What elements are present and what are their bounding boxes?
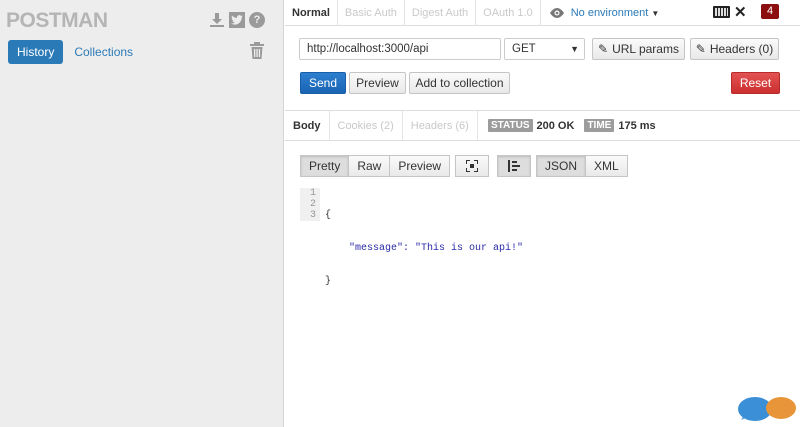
response-status: STATUS 200 OK TIME 175 ms [488, 119, 656, 132]
notification-badge[interactable]: 4 [761, 4, 779, 19]
app-logo: POSTMAN [6, 9, 108, 32]
status-value: 200 OK [536, 119, 575, 132]
site-watermark-logo [737, 392, 797, 422]
edit-icon: ✎ [695, 42, 706, 56]
text-wrap-icon[interactable] [497, 155, 531, 177]
tab-body[interactable]: Body [285, 111, 330, 140]
edit-icon: ✎ [598, 42, 609, 56]
status-label: STATUS [488, 119, 533, 132]
headers-label: Headers (0) [709, 42, 774, 56]
tab-cookies[interactable]: Cookies (2) [330, 111, 403, 140]
environment-label: No environment [570, 7, 649, 19]
sidebar-tab-collections[interactable]: Collections [63, 40, 144, 64]
eye-icon[interactable] [549, 0, 565, 25]
settings-wrench-icon[interactable]: ✕ [734, 3, 747, 21]
line-number: 3 [309, 210, 316, 221]
download-icon[interactable] [209, 12, 225, 28]
twitter-icon[interactable] [229, 12, 245, 28]
fullscreen-icon[interactable] [455, 155, 489, 177]
format-pretty-button[interactable]: Pretty [300, 155, 350, 177]
code-lines: { "message": "This is our api!" } [325, 188, 523, 309]
method-select[interactable]: GET ▼ [504, 38, 585, 60]
code-line: "message": "This is our api!" [325, 243, 524, 254]
code-line: { [325, 210, 332, 221]
format-preview-button[interactable]: Preview [389, 155, 451, 177]
language-toggle: JSON XML [536, 155, 628, 177]
send-button[interactable]: Send [300, 72, 346, 94]
format-toggle: Pretty Raw Preview [300, 155, 451, 177]
url-params-button[interactable]: ✎ URL params [592, 38, 685, 60]
chevron-down-icon: ▼ [651, 9, 660, 18]
url-params-label: URL params [612, 42, 679, 56]
tab-normal[interactable]: Normal [285, 0, 338, 25]
tab-oauth[interactable]: OAuth 1.0 [476, 0, 541, 25]
line-number: 1 [309, 188, 316, 199]
trash-icon[interactable] [250, 42, 264, 59]
line-gutter: 1 2 3 [300, 188, 320, 221]
format-raw-button[interactable]: Raw [348, 155, 391, 177]
method-value: GET [512, 43, 536, 55]
tab-basic-auth[interactable]: Basic Auth [338, 0, 405, 25]
sidebar: POSTMAN ? History Collections [0, 0, 284, 427]
keyboard-icon[interactable] [713, 6, 730, 18]
wrap-group [497, 155, 531, 177]
line-number: 2 [309, 199, 316, 210]
lang-xml-button[interactable]: XML [585, 155, 628, 177]
sidebar-tab-history[interactable]: History [8, 40, 64, 64]
url-input[interactable]: http://localhost:3000/api [299, 38, 501, 60]
add-to-collection-button[interactable]: Add to collection [409, 72, 510, 94]
sidebar-toolbar: ? [209, 12, 265, 28]
reset-button[interactable]: Reset [731, 72, 780, 94]
environment-select[interactable]: No environment ▼ [571, 0, 660, 25]
tab-headers[interactable]: Headers (6) [403, 111, 478, 140]
fullscreen-group [455, 155, 489, 177]
time-value: 175 ms [618, 119, 656, 132]
headers-button[interactable]: ✎ Headers (0) [690, 38, 779, 60]
lang-json-button[interactable]: JSON [536, 155, 587, 177]
main-panel: Normal Basic Auth Digest Auth OAuth 1.0 … [285, 0, 800, 427]
sidebar-tabs: History Collections [8, 40, 144, 64]
help-icon[interactable]: ? [249, 12, 265, 28]
chevron-down-icon: ▼ [570, 44, 579, 54]
preview-button[interactable]: Preview [349, 72, 406, 94]
time-label: TIME [584, 119, 615, 132]
tab-digest-auth[interactable]: Digest Auth [405, 0, 477, 25]
code-line: } [325, 276, 332, 287]
